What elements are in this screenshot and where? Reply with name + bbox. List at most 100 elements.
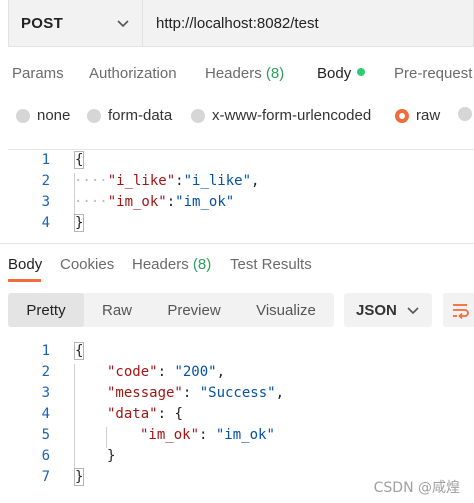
line-number: 1 — [41, 152, 50, 168]
code-line: 4 "data": { — [8, 406, 474, 427]
code-line: 5 "im_ok": "im_ok" — [8, 427, 474, 448]
active-tab-underline — [8, 279, 41, 282]
tab-headers-count: (8) — [192, 256, 212, 273]
request-body-editor[interactable]: 1 { 2 ····"i_like":"i_like", 3 ····"im_o… — [8, 149, 474, 239]
comma: , — [275, 385, 285, 401]
json-value: "200" — [174, 364, 217, 380]
tab-cookies[interactable]: Cookies — [60, 256, 114, 273]
colon: : — [157, 406, 175, 422]
code-line: 2 "code": "200", — [8, 364, 474, 385]
colon: : — [157, 364, 175, 380]
tab-body-label: Body — [317, 65, 352, 82]
code-line: 3 "message": "Success", — [8, 385, 474, 406]
line-number: 4 — [41, 406, 50, 422]
code-line: 1 { — [8, 151, 474, 173]
line-number: 2 — [41, 173, 50, 189]
body-indicator-dot — [357, 68, 366, 76]
open-brace: { — [74, 342, 85, 360]
wrap-lines-button[interactable] — [443, 293, 474, 327]
tab-pre-request[interactable]: Pre-request — [394, 65, 472, 82]
data-close-brace: } — [107, 448, 116, 464]
format-select[interactable]: JSON — [344, 293, 432, 327]
open-brace: { — [74, 151, 85, 169]
code-text: } — [74, 468, 85, 486]
radio-label: form-data — [108, 107, 173, 124]
view-pretty[interactable]: Pretty — [8, 293, 84, 327]
data-open-brace: { — [174, 406, 183, 422]
radio-none[interactable]: none — [16, 107, 70, 124]
radio-form-data[interactable]: form-data — [87, 107, 172, 124]
code-text: "code": "200", — [107, 364, 225, 380]
line-number: 5 — [41, 427, 50, 443]
code-text: { — [74, 342, 85, 360]
tab-headers-count: (8) — [265, 65, 285, 82]
view-raw[interactable]: Raw — [84, 293, 150, 327]
colon: : — [199, 427, 216, 443]
line-number: 6 — [41, 448, 50, 464]
radio-dot-selected — [395, 108, 409, 123]
url-input[interactable]: http://localhost:8082/test — [143, 0, 473, 46]
radio-dot — [458, 107, 472, 121]
body-type-radios: none form-data x-www-form-urlencoded raw — [0, 102, 474, 132]
colon: : — [182, 385, 200, 401]
view-preview[interactable]: Preview — [150, 293, 238, 327]
json-key: "code" — [107, 364, 158, 380]
response-tabs: Body Cookies Headers (8) Test Results — [0, 251, 474, 281]
code-line: 6 } — [8, 448, 474, 469]
chevron-down-icon — [407, 307, 419, 315]
code-line: 2 ····"i_like":"i_like", — [8, 173, 474, 194]
code-text: { — [74, 151, 85, 169]
colon: : — [166, 194, 176, 210]
close-brace: } — [74, 214, 85, 232]
line-number: 4 — [41, 215, 50, 231]
tab-test-results[interactable]: Test Results — [230, 256, 312, 273]
json-key: "im_ok" — [140, 427, 200, 443]
json-value: "im_ok" — [215, 427, 275, 443]
code-line: 3 ····"im_ok":"im_ok" — [8, 194, 474, 215]
code-text: "im_ok": "im_ok" — [140, 427, 275, 443]
view-mode-toolbar: Pretty Raw Preview Visualize — [8, 293, 334, 327]
method-label: POST — [21, 14, 64, 32]
radio-dot — [87, 108, 101, 123]
radio-dot — [191, 108, 205, 123]
tab-params[interactable]: Params — [12, 65, 64, 82]
code-text: ····"im_ok":"im_ok" — [74, 194, 234, 210]
radio-label: raw — [416, 107, 441, 124]
tab-authorization[interactable]: Authorization — [89, 65, 177, 82]
radio-raw[interactable]: raw — [395, 107, 440, 124]
tab-body[interactable]: Body — [317, 65, 366, 82]
radio-label: none — [37, 107, 71, 124]
comma: , — [216, 364, 226, 380]
pane-divider[interactable] — [0, 243, 474, 244]
json-key: "im_ok" — [107, 194, 167, 210]
radio-x-www-form-urlencoded[interactable]: x-www-form-urlencoded — [191, 107, 371, 124]
colon: : — [175, 173, 184, 189]
format-select-label: JSON — [356, 301, 397, 319]
tab-response-body[interactable]: Body — [8, 256, 42, 273]
line-number: 7 — [41, 469, 50, 485]
code-text: } — [74, 214, 85, 232]
line-number: 2 — [41, 364, 50, 380]
whitespace-marker: ···· — [74, 194, 108, 210]
tab-headers[interactable]: Headers (8) — [205, 65, 284, 82]
code-text: } — [107, 448, 115, 464]
view-visualize[interactable]: Visualize — [238, 293, 334, 327]
response-body-viewer[interactable]: 1 { 2 "code": "200", 3 "message": "Succe… — [8, 341, 474, 491]
radio-binary[interactable] — [458, 107, 474, 121]
code-line: 1 { — [8, 342, 474, 364]
code-text: "message": "Success", — [107, 385, 284, 401]
json-key: "i_like" — [107, 173, 176, 189]
line-number: 1 — [41, 343, 50, 359]
json-value: "im_ok" — [175, 194, 235, 210]
json-key: "message" — [107, 385, 183, 401]
radio-label: x-www-form-urlencoded — [212, 107, 372, 124]
line-number: 3 — [41, 385, 50, 401]
whitespace-marker: ···· — [74, 173, 108, 189]
comma: , — [251, 173, 260, 189]
tab-headers-label: Headers — [205, 65, 262, 82]
method-select[interactable]: POST — [9, 0, 143, 46]
tab-response-headers[interactable]: Headers (8) — [132, 256, 211, 273]
request-tabs: Params Authorization Headers (8) Body Pr… — [0, 58, 474, 92]
chevron-down-icon — [117, 20, 129, 28]
code-line: 4 } — [8, 214, 474, 236]
